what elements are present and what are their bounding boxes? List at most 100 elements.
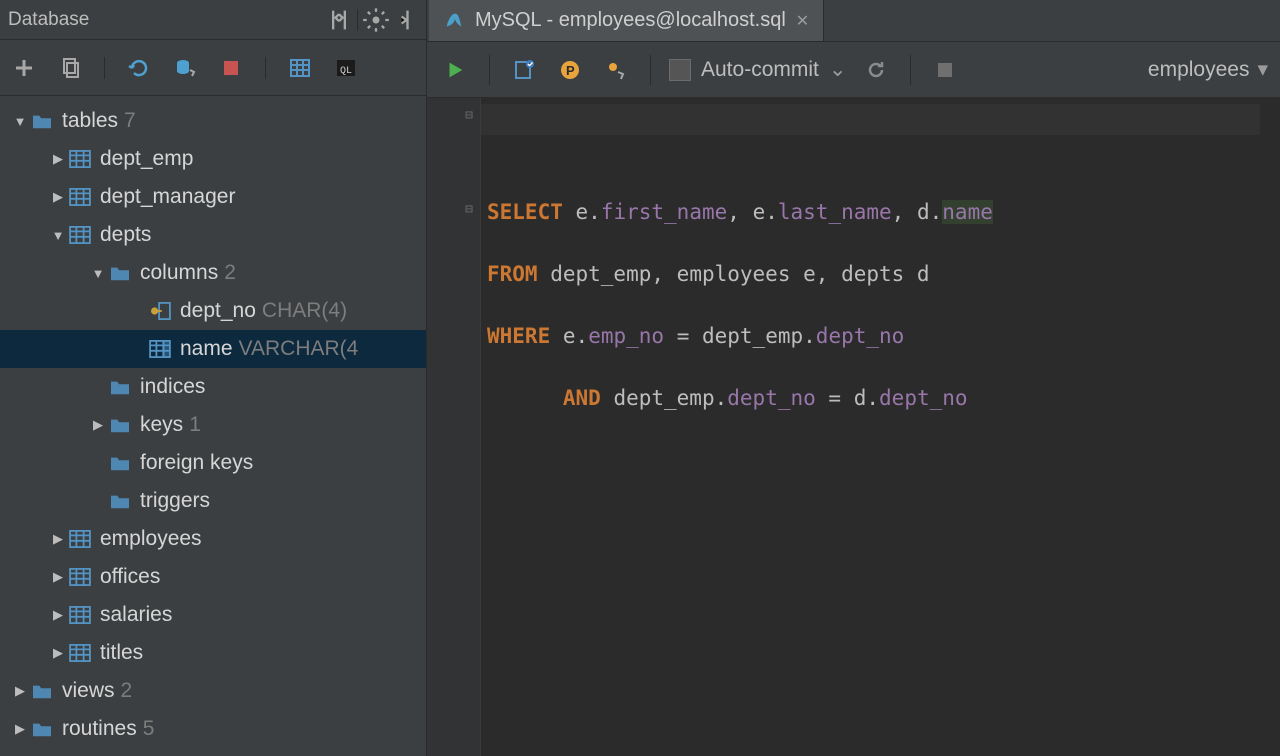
node-label: foreign keys [140, 451, 253, 475]
folder-icon [108, 415, 132, 435]
chevron-down-icon[interactable]: ▼ [48, 228, 68, 243]
gear-icon[interactable] [362, 6, 390, 34]
tree-node-routines[interactable]: ▶ routines 5 [0, 710, 426, 748]
collapse-icon[interactable] [325, 6, 353, 34]
chevron-right-icon[interactable]: ▶ [48, 645, 68, 661]
tree-node-col-name[interactable]: name VARCHAR(4 [0, 330, 426, 368]
table-icon [68, 567, 92, 587]
editor-tab[interactable]: MySQL - employees@localhost.sql ✕ [429, 0, 824, 41]
table-editor-button[interactable] [284, 52, 316, 84]
chevron-down-icon[interactable]: ▼ [88, 266, 108, 281]
node-type: CHAR(4) [262, 299, 347, 323]
editor-tabbar: MySQL - employees@localhost.sql ✕ [427, 0, 1280, 42]
node-label: routines [62, 717, 137, 741]
node-label: tables [62, 109, 118, 133]
tree-node-views[interactable]: ▶ views 2 [0, 672, 426, 710]
node-label: name [180, 337, 233, 361]
code-text[interactable]: SELECT e.first_name, e.last_name, d.name… [481, 98, 1280, 756]
node-label: offices [100, 565, 160, 589]
tree-node-dept-manager[interactable]: ▶ dept_manager [0, 178, 426, 216]
stop-execution-button[interactable] [929, 54, 961, 86]
chevron-right-icon[interactable]: ▶ [88, 417, 108, 433]
column-icon [148, 339, 172, 359]
tree-node-col-dept-no[interactable]: dept_no CHAR(4) [0, 292, 426, 330]
refresh-button[interactable] [123, 52, 155, 84]
auto-commit-label: Auto-commit [701, 58, 819, 82]
primary-key-icon [148, 301, 172, 321]
folder-icon [30, 719, 54, 739]
node-count: 2 [121, 679, 133, 703]
settings-button[interactable] [600, 54, 632, 86]
chevron-down-icon[interactable]: ▼ [10, 114, 30, 129]
fold-start-icon[interactable]: ⊟ [462, 108, 476, 122]
tree-node-salaries[interactable]: ▶ salaries [0, 596, 426, 634]
editor-toolbar: P Auto-commit ⌄ employees ▾ [427, 42, 1280, 98]
fold-end-icon[interactable]: ⊟ [462, 202, 476, 216]
tree-node-triggers[interactable]: triggers [0, 482, 426, 520]
tree-node-tables[interactable]: ▼ tables 7 [0, 102, 426, 140]
schema-picker[interactable]: employees ▾ [1148, 57, 1268, 82]
chevron-right-icon[interactable]: ▶ [48, 607, 68, 623]
table-icon [68, 225, 92, 245]
node-label: indices [140, 375, 205, 399]
folder-icon [30, 681, 54, 701]
svg-text:QL: QL [340, 66, 352, 77]
tree-node-depts[interactable]: ▼ depts [0, 216, 426, 254]
duplicate-button[interactable] [54, 52, 86, 84]
node-label: columns [140, 261, 218, 285]
status-ok-icon [1254, 108, 1272, 126]
node-count: 5 [143, 717, 155, 741]
node-type: VARCHAR(4 [239, 337, 359, 361]
tree-node-foreign-keys[interactable]: foreign keys [0, 444, 426, 482]
table-icon [68, 605, 92, 625]
rollback-button[interactable] [860, 54, 892, 86]
tree-node-columns[interactable]: ▼ columns 2 [0, 254, 426, 292]
chevron-right-icon[interactable]: ▶ [48, 569, 68, 585]
mysql-icon [443, 10, 465, 32]
node-label: dept_manager [100, 185, 235, 209]
chevron-down-icon[interactable]: ⌄ [829, 57, 847, 82]
sidebar-title: Database [8, 9, 89, 31]
sql-code-area[interactable]: ⊟ ⊟ SELECT e.first_name, e.last_name, d.… [427, 98, 1280, 756]
table-icon [68, 187, 92, 207]
node-label: titles [100, 641, 143, 665]
database-sidebar: Database [0, 0, 427, 756]
stop-button[interactable] [215, 52, 247, 84]
tree-node-keys[interactable]: ▶ keys 1 [0, 406, 426, 444]
tree-node-dept-emp[interactable]: ▶ dept_emp [0, 140, 426, 178]
checkbox-icon[interactable] [669, 59, 691, 81]
node-label: depts [100, 223, 151, 247]
chevron-right-icon[interactable]: ▶ [48, 151, 68, 167]
schema-label: employees [1148, 58, 1250, 82]
run-button[interactable] [439, 54, 471, 86]
add-button[interactable] [8, 52, 40, 84]
tree-node-offices[interactable]: ▶ offices [0, 558, 426, 596]
chevron-right-icon[interactable]: ▶ [48, 189, 68, 205]
chevron-right-icon[interactable]: ▶ [10, 683, 30, 699]
node-label: salaries [100, 603, 172, 627]
table-icon [68, 529, 92, 549]
tree-node-indices[interactable]: indices [0, 368, 426, 406]
chevron-right-icon[interactable]: ▶ [10, 721, 30, 737]
node-label: dept_emp [100, 147, 193, 171]
open-console-button[interactable]: QL [330, 52, 362, 84]
chevron-down-icon[interactable]: ▾ [1257, 57, 1268, 82]
table-icon [68, 643, 92, 663]
tab-label: MySQL - employees@localhost.sql [475, 9, 786, 32]
auto-commit-toggle[interactable]: Auto-commit ⌄ [669, 57, 846, 82]
close-icon[interactable]: ✕ [796, 11, 809, 31]
sql-editor: MySQL - employees@localhost.sql ✕ P Auto… [427, 0, 1280, 756]
folder-icon [30, 111, 54, 131]
tree-node-titles[interactable]: ▶ titles [0, 634, 426, 672]
svg-text:P: P [566, 63, 575, 78]
explain-plan-button[interactable] [508, 54, 540, 86]
folder-icon [108, 491, 132, 511]
sync-button[interactable] [169, 52, 201, 84]
tree-node-employees[interactable]: ▶ employees [0, 520, 426, 558]
database-tree[interactable]: ▼ tables 7 ▶ dept_emp ▶ dept_manage [0, 96, 426, 756]
node-count: 7 [124, 109, 136, 133]
chevron-right-icon[interactable]: ▶ [48, 531, 68, 547]
parameters-button[interactable]: P [554, 54, 586, 86]
hide-icon[interactable] [390, 6, 418, 34]
node-count: 2 [224, 261, 236, 285]
